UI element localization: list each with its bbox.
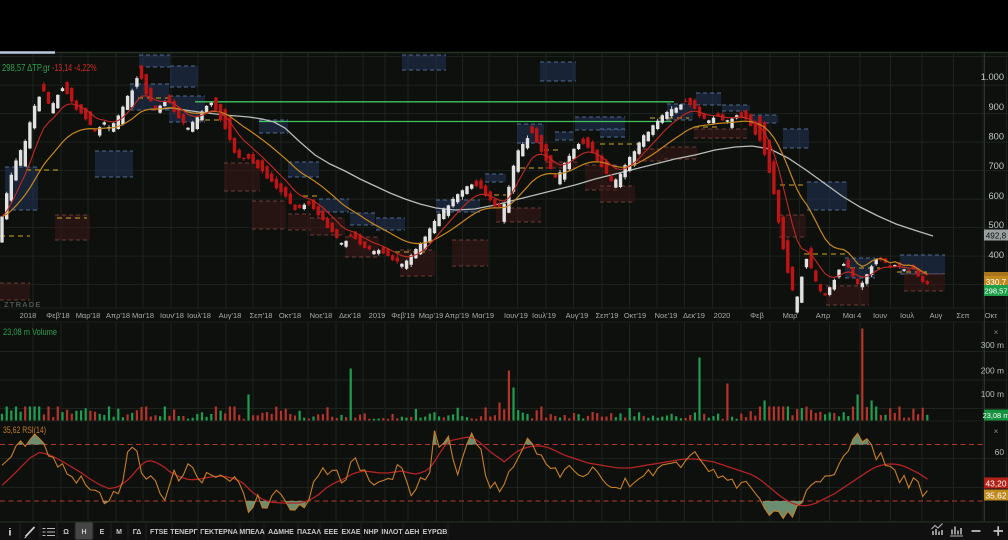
svg-text:Οκτ: Οκτ — [985, 311, 998, 320]
svg-text:Σεπ'19: Σεπ'19 — [596, 311, 619, 320]
svg-text:Δεκ'19: Δεκ'19 — [683, 311, 705, 320]
svg-text:ΓΕΚΤΕΡΝΑ: ΓΕΚΤΕΡΝΑ — [200, 529, 238, 536]
svg-text:ΙΝΛΟΤ: ΙΝΛΟΤ — [381, 529, 403, 536]
svg-text:Ιουλ'18: Ιουλ'18 — [187, 311, 211, 320]
svg-text:Νοε'19: Νοε'19 — [655, 311, 678, 320]
svg-text:2018: 2018 — [20, 311, 37, 320]
svg-text:900: 900 — [988, 102, 1004, 112]
svg-text:23,08 m: 23,08 m — [983, 411, 1008, 420]
svg-text:2019: 2019 — [369, 311, 386, 320]
svg-text:ΕΧΑΕ: ΕΧΑΕ — [341, 529, 360, 536]
svg-text:ΓΔ: ΓΔ — [133, 529, 141, 536]
svg-text:298,57 ΔTP.gr: 298,57 ΔTP.gr — [2, 63, 50, 74]
svg-text:ΝΗΡ: ΝΗΡ — [364, 529, 379, 536]
svg-text:Μαρ'19: Μαρ'19 — [419, 311, 444, 320]
svg-text:60: 60 — [995, 447, 1005, 457]
svg-text:35,62: 35,62 — [986, 490, 1007, 500]
svg-text:ΜΠΕΛΑ: ΜΠΕΛΑ — [239, 529, 264, 536]
svg-text:Απρ'19: Απρ'19 — [445, 311, 469, 320]
svg-text:Ιουν: Ιουν — [873, 311, 887, 320]
svg-text:Απρ: Απρ — [816, 311, 830, 320]
svg-text:ΕΕΕ: ΕΕΕ — [324, 529, 338, 536]
svg-text:600: 600 — [988, 191, 1004, 201]
svg-text:-13,14 -4,22%: -13,14 -4,22% — [52, 63, 97, 74]
svg-text:Μαι 4: Μαι 4 — [843, 311, 862, 320]
svg-text:Οκτ'18: Οκτ'18 — [279, 311, 301, 320]
svg-text:ΕΥΡΩΒ: ΕΥΡΩΒ — [423, 529, 448, 536]
svg-text:Αυγ'18: Αυγ'18 — [219, 311, 242, 320]
svg-text:Μαρ'18: Μαρ'18 — [76, 311, 101, 320]
svg-text:Ιουλ'19: Ιουλ'19 — [532, 311, 556, 320]
svg-text:Σεπ: Σεπ — [956, 311, 969, 320]
svg-text:200 m: 200 m — [981, 366, 1004, 376]
svg-text:Ω: Ω — [63, 529, 69, 536]
svg-text:298,57: 298,57 — [984, 287, 1007, 296]
svg-text:Σεπ'18: Σεπ'18 — [250, 311, 273, 320]
svg-text:Οκτ'19: Οκτ'19 — [624, 311, 646, 320]
svg-text:Ιουλ: Ιουλ — [900, 311, 914, 320]
svg-text:Φεβ'19: Φεβ'19 — [391, 311, 414, 320]
svg-text:Μαι'19: Μαι'19 — [472, 311, 494, 320]
svg-text:2020: 2020 — [714, 311, 731, 320]
svg-text:i: i — [9, 527, 12, 539]
svg-text:Μ: Μ — [116, 529, 122, 536]
svg-text:492,8: 492,8 — [986, 231, 1007, 240]
svg-text:Μαρ: Μαρ — [783, 311, 798, 320]
svg-text:400: 400 — [988, 250, 1004, 260]
svg-text:ZTRADE: ZTRADE — [4, 300, 42, 309]
svg-text:×: × — [994, 427, 999, 436]
svg-text:1.000: 1.000 — [981, 72, 1004, 82]
svg-text:ΠΑΣΑΛ: ΠΑΣΑΛ — [297, 529, 321, 536]
svg-text:Ε: Ε — [100, 529, 105, 536]
svg-text:23,08 m Volume: 23,08 m Volume — [3, 327, 57, 337]
svg-text:800: 800 — [988, 132, 1004, 142]
svg-text:35,62 RSI(14): 35,62 RSI(14) — [3, 425, 46, 435]
svg-text:Αυγ: Αυγ — [930, 311, 943, 320]
svg-text:ΑΔΜΗΕ: ΑΔΜΗΕ — [268, 529, 294, 536]
svg-text:Νοε'18: Νοε'18 — [310, 311, 333, 320]
svg-text:Φεβ: Φεβ — [750, 311, 764, 320]
svg-text:700: 700 — [988, 161, 1004, 171]
svg-text:500: 500 — [988, 220, 1004, 230]
svg-text:Φεβ'18: Φεβ'18 — [46, 311, 69, 320]
svg-text:43,20: 43,20 — [986, 478, 1007, 488]
svg-text:100 m: 100 m — [981, 389, 1004, 399]
svg-text:Ιουν'19: Ιουν'19 — [504, 311, 528, 320]
svg-text:FTSE: FTSE — [150, 529, 168, 536]
svg-text:ΔΕΗ: ΔΕΗ — [405, 529, 420, 536]
svg-text:Αυγ'19: Αυγ'19 — [566, 311, 589, 320]
svg-text:Μαι'18: Μαι'18 — [132, 311, 154, 320]
svg-text:×: × — [994, 328, 999, 337]
svg-text:Δεκ'18: Δεκ'18 — [339, 311, 361, 320]
svg-text:Ιουν'18: Ιουν'18 — [160, 311, 184, 320]
svg-text:300 m: 300 m — [981, 340, 1004, 350]
svg-text:ΤΕΝΕΡΓ: ΤΕΝΕΡΓ — [170, 529, 198, 536]
svg-text:Η: Η — [81, 529, 86, 536]
svg-text:Απρ'18: Απρ'18 — [106, 311, 130, 320]
